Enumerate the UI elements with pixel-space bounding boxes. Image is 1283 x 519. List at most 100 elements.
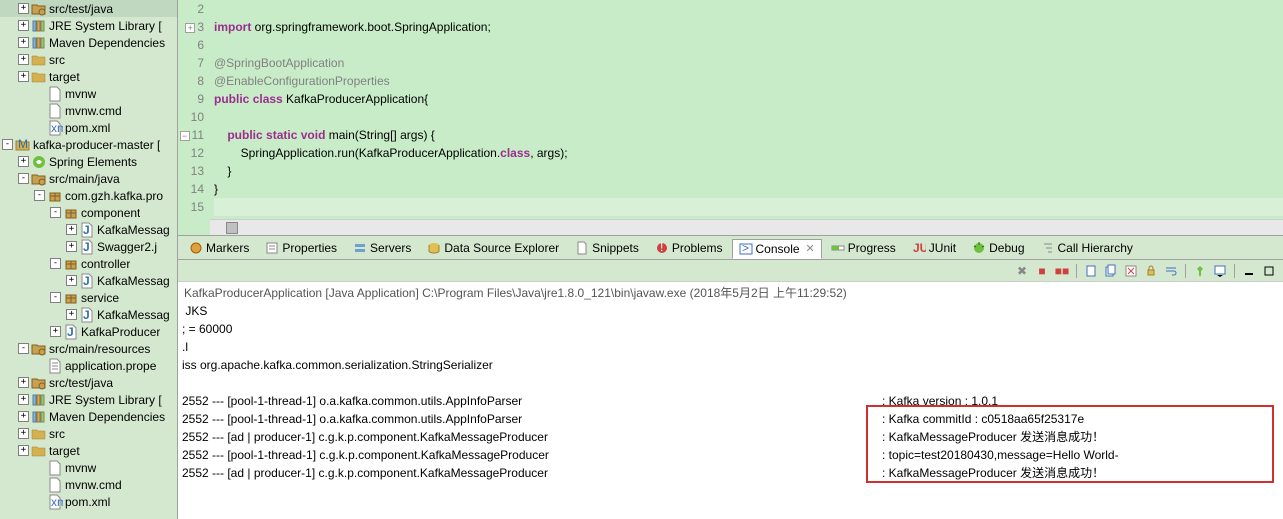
tree-item[interactable]: +JKafkaMessag — [0, 272, 177, 289]
code-line[interactable]: @EnableConfigurationProperties — [214, 72, 1283, 90]
doc-all-button[interactable] — [1103, 263, 1119, 279]
tree-expander[interactable]: - — [50, 258, 61, 269]
tree-expander[interactable]: + — [66, 309, 77, 320]
tree-item[interactable]: +Maven Dependencies — [0, 34, 177, 51]
tree-item[interactable]: -service — [0, 289, 177, 306]
tree-expander[interactable]: + — [18, 54, 29, 65]
tab-snippets[interactable]: Snippets — [568, 238, 646, 258]
tree-item[interactable]: +JKafkaProducer — [0, 323, 177, 340]
min-button[interactable] — [1241, 263, 1257, 279]
code-line[interactable]: public class KafkaProducerApplication{ — [214, 90, 1283, 108]
code-line[interactable]: public static void main(String[] args) { — [214, 126, 1283, 144]
code-line[interactable]: import org.springframework.boot.SpringAp… — [214, 18, 1283, 36]
stop-button[interactable]: ■ — [1034, 263, 1050, 279]
tab-data-source-explorer[interactable]: Data Source Explorer — [420, 238, 566, 258]
pin-button[interactable] — [1192, 263, 1208, 279]
tab-problems[interactable]: !Problems — [648, 238, 730, 258]
tree-item[interactable]: +Maven Dependencies — [0, 408, 177, 425]
editor-content[interactable]: import org.springframework.boot.SpringAp… — [210, 0, 1283, 235]
code-line[interactable] — [214, 108, 1283, 126]
tree-item[interactable]: +src — [0, 425, 177, 442]
folder-icon — [31, 443, 47, 459]
console-output[interactable]: JKS; = 60000.liss org.apache.kafka.commo… — [178, 300, 1283, 519]
tree-item[interactable]: +Spring Elements — [0, 153, 177, 170]
console-toolbar[interactable]: ✖■■■ — [178, 260, 1283, 282]
tree-item[interactable]: mvnw.cmd — [0, 476, 177, 493]
tree-expander[interactable]: + — [18, 20, 29, 31]
tree-item[interactable]: mvnw.cmd — [0, 102, 177, 119]
tree-item[interactable]: xmlpom.xml — [0, 119, 177, 136]
code-editor[interactable]: 2+3678910−1112131415 import org.springfr… — [178, 0, 1283, 236]
console-icon: > — [739, 242, 753, 256]
code-line[interactable] — [214, 36, 1283, 54]
tree-expander[interactable]: + — [18, 3, 29, 14]
view-tabs[interactable]: MarkersPropertiesServersData Source Expl… — [178, 236, 1283, 260]
tree-item[interactable]: mvnw — [0, 85, 177, 102]
tree-expander[interactable]: - — [50, 292, 61, 303]
tab-properties[interactable]: Properties — [258, 238, 344, 258]
code-line[interactable]: @SpringBootApplication — [214, 54, 1283, 72]
tree-expander[interactable]: + — [66, 224, 77, 235]
remove-launch-button[interactable]: ✖ — [1014, 263, 1030, 279]
tree-item[interactable]: -component — [0, 204, 177, 221]
tree-expander[interactable]: + — [18, 37, 29, 48]
tree-item[interactable]: +JRE System Library [ — [0, 391, 177, 408]
tree-item[interactable]: +target — [0, 442, 177, 459]
project-explorer[interactable]: +src/test/java+JRE System Library [+Mave… — [0, 0, 178, 519]
tree-item[interactable]: +JRE System Library [ — [0, 17, 177, 34]
tree-item[interactable]: +JKafkaMessag — [0, 221, 177, 238]
dropdown-button[interactable] — [1212, 263, 1228, 279]
tree-expander[interactable]: - — [18, 173, 29, 184]
tree-expander[interactable]: + — [50, 326, 61, 337]
word-wrap-button[interactable] — [1163, 263, 1179, 279]
tree-item[interactable]: +JSwagger2.j — [0, 238, 177, 255]
tree-item[interactable]: +src — [0, 51, 177, 68]
tree-item[interactable]: +JKafkaMessag — [0, 306, 177, 323]
tree-expander[interactable]: - — [2, 139, 13, 150]
scroll-thumb[interactable] — [226, 222, 238, 234]
tree-item[interactable]: application.prope — [0, 357, 177, 374]
tree-item[interactable]: +target — [0, 68, 177, 85]
tree-item[interactable]: -com.gzh.kafka.pro — [0, 187, 177, 204]
max-button[interactable] — [1261, 263, 1277, 279]
tree-item[interactable]: xmlpom.xml — [0, 493, 177, 510]
tree-expander[interactable]: + — [18, 377, 29, 388]
tree-item[interactable]: -src/main/java — [0, 170, 177, 187]
tab-debug[interactable]: Debug — [965, 238, 1031, 258]
tree-expander[interactable]: + — [18, 156, 29, 167]
tree-expander[interactable]: - — [50, 207, 61, 218]
tab-console[interactable]: >Console✕ — [732, 239, 822, 259]
tree-item[interactable]: mvnw — [0, 459, 177, 476]
tab-junit[interactable]: JUJUnit — [905, 238, 963, 258]
clear-button[interactable] — [1123, 263, 1139, 279]
close-icon[interactable]: ✕ — [806, 242, 815, 255]
tree-expander[interactable]: + — [18, 445, 29, 456]
tree-expander[interactable]: + — [18, 71, 29, 82]
tree-item[interactable]: -src/main/resources — [0, 340, 177, 357]
src-folder-icon — [31, 171, 47, 187]
tree-item[interactable]: -controller — [0, 255, 177, 272]
tree-item[interactable]: -Mkafka-producer-master [ — [0, 136, 177, 153]
stop-all-button[interactable]: ■■ — [1054, 263, 1070, 279]
tree-expander[interactable]: - — [18, 343, 29, 354]
code-line[interactable] — [214, 0, 1283, 18]
tree-expander[interactable]: + — [66, 275, 77, 286]
editor-hscroll[interactable] — [210, 219, 1283, 235]
scroll-lock-button[interactable] — [1143, 263, 1159, 279]
tree-item[interactable]: +src/test/java — [0, 374, 177, 391]
tree-expander[interactable]: + — [18, 411, 29, 422]
tree-expander[interactable]: + — [18, 428, 29, 439]
doc-button[interactable] — [1083, 263, 1099, 279]
tab-progress[interactable]: Progress — [824, 238, 903, 258]
tree-expander[interactable]: + — [18, 394, 29, 405]
tab-call-hierarchy[interactable]: Call Hierarchy — [1034, 238, 1140, 258]
tab-markers[interactable]: Markers — [182, 238, 256, 258]
tab-servers[interactable]: Servers — [346, 238, 418, 258]
tree-expander[interactable]: - — [34, 190, 45, 201]
tree-expander[interactable]: + — [66, 241, 77, 252]
code-line[interactable] — [214, 198, 1283, 216]
code-line[interactable]: } — [214, 180, 1283, 198]
code-line[interactable]: } — [214, 162, 1283, 180]
code-line[interactable]: SpringApplication.run(KafkaProducerAppli… — [214, 144, 1283, 162]
tree-item[interactable]: +src/test/java — [0, 0, 177, 17]
